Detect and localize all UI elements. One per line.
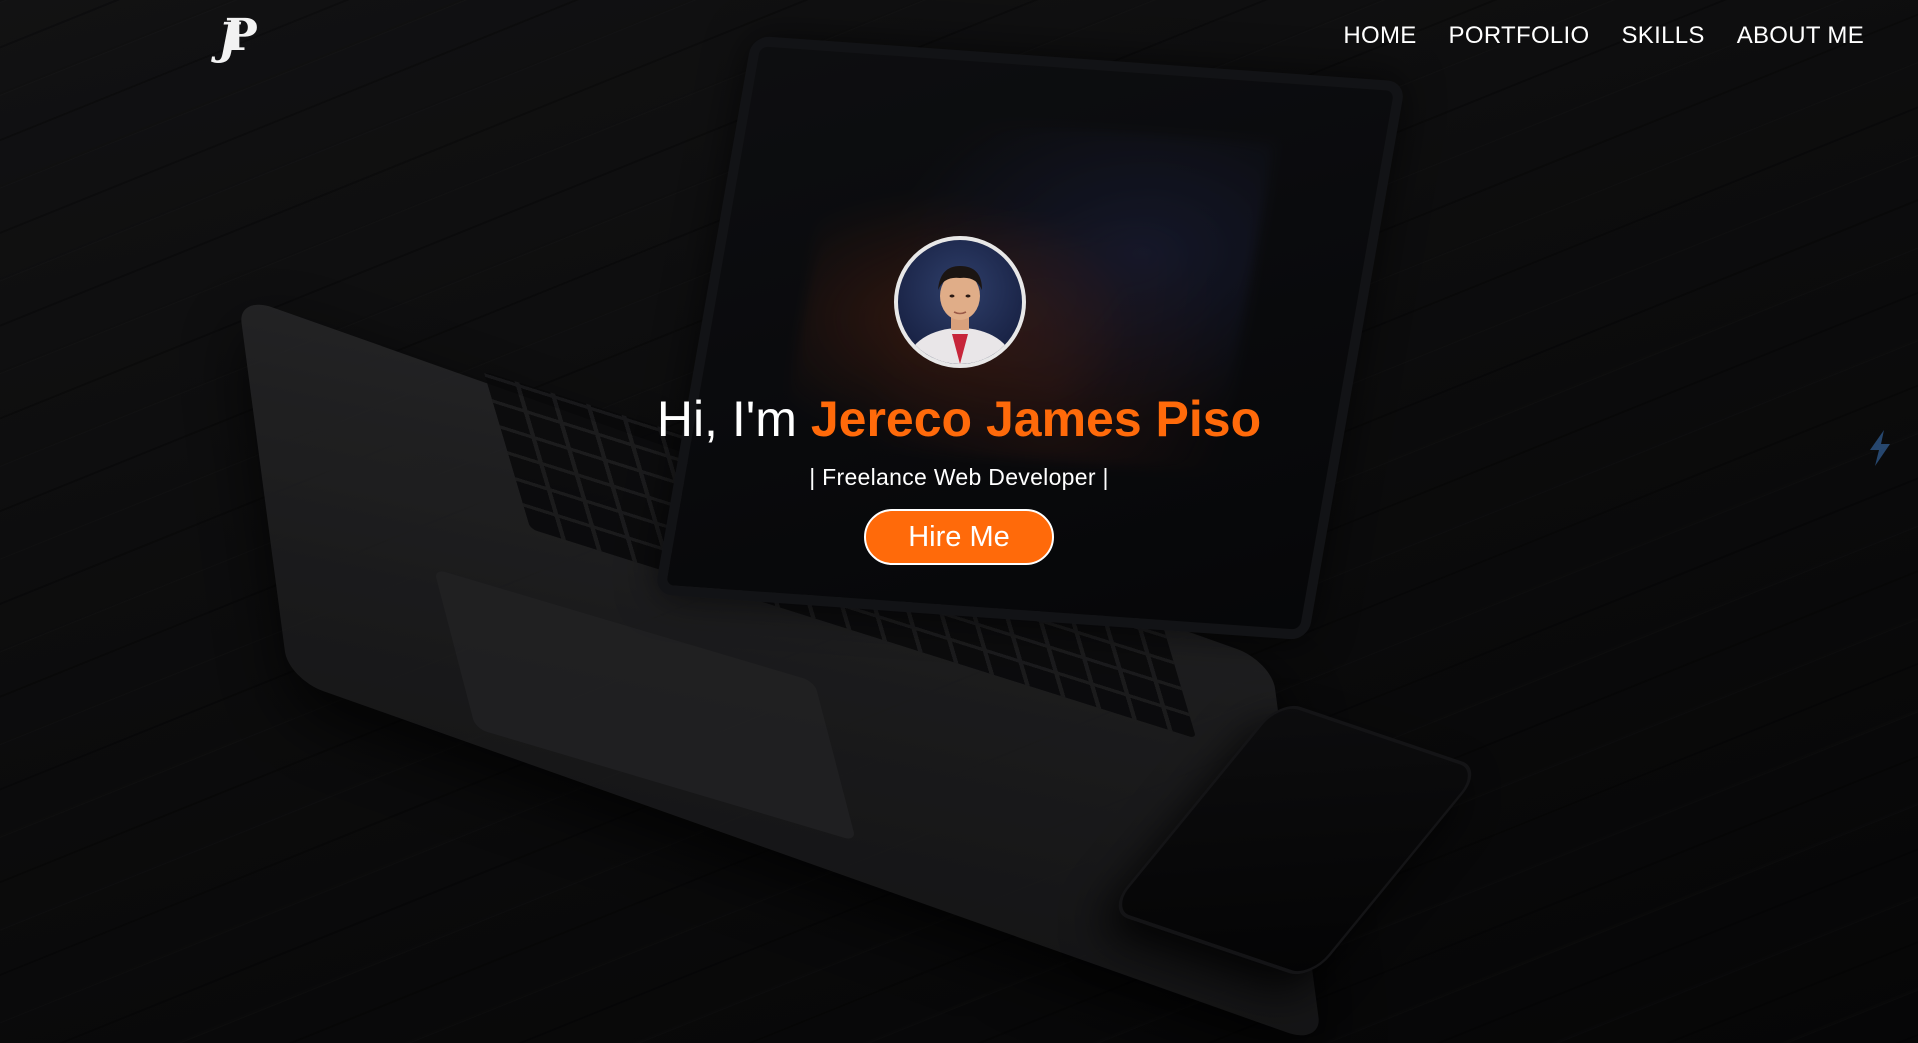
- hero-subtitle: | Freelance Web Developer |: [809, 464, 1109, 490]
- nav-link-skills[interactable]: SKILLS: [1622, 22, 1705, 49]
- nav-item-portfolio: PORTFOLIO: [1449, 22, 1590, 50]
- nav-link-about-me[interactable]: ABOUT ME: [1737, 22, 1864, 49]
- nav-item-home: HOME: [1343, 22, 1416, 50]
- hero-content: Hi, I'm Jereco James Piso | Freelance We…: [0, 236, 1918, 565]
- nav-link-home[interactable]: HOME: [1343, 22, 1416, 49]
- nav-link-portfolio[interactable]: PORTFOLIO: [1449, 22, 1590, 49]
- nav-item-about-me: ABOUT ME: [1737, 22, 1864, 50]
- hero-greeting: Hi, I'm: [656, 391, 797, 447]
- avatar: [894, 236, 1026, 368]
- hero-name: Jereco James Piso: [810, 391, 1262, 447]
- top-nav: JP HOME PORTFOLIO SKILLS ABOUT ME: [0, 0, 1918, 80]
- logo-letter-p: P: [224, 10, 258, 61]
- nav-menu: HOME PORTFOLIO SKILLS ABOUT ME: [1343, 22, 1864, 50]
- logo-letter-j: J: [218, 14, 238, 65]
- hero-section: JP HOME PORTFOLIO SKILLS ABOUT ME Hi, I'…: [0, 0, 1918, 1043]
- lightning-icon[interactable]: [1864, 428, 1896, 468]
- hire-me-button[interactable]: Hire Me: [864, 509, 1054, 565]
- nav-item-skills: SKILLS: [1622, 22, 1705, 50]
- profile-photo-icon: [908, 266, 1012, 364]
- site-logo[interactable]: JP: [218, 10, 290, 66]
- hero-title: Hi, I'm Jereco James Piso: [657, 390, 1261, 448]
